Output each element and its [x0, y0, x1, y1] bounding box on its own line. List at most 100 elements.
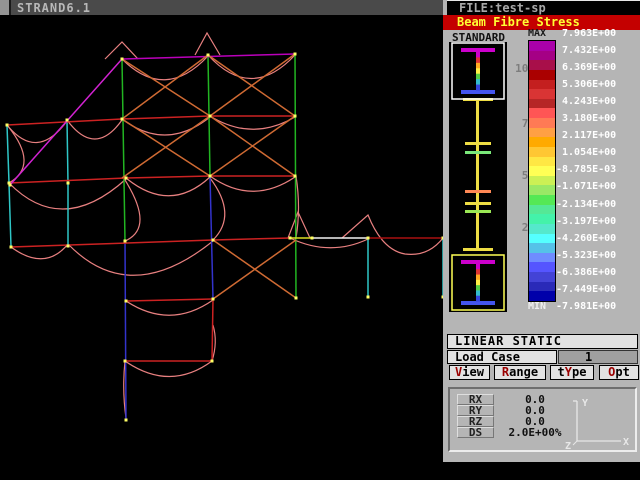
section-flange: [465, 190, 491, 193]
moment-diagram-curve: [126, 300, 213, 315]
node-marker: [311, 237, 314, 240]
scale-value-row: 7.432E+00: [528, 45, 638, 59]
node-marker: [367, 237, 370, 240]
menu-item-type[interactable]: tYpe: [550, 365, 594, 380]
strand6-application: STRAND6.1 FILE:test-sp Beam Fibre Stress…: [0, 0, 640, 480]
section-flange: [465, 142, 491, 145]
beam-section-strip[interactable]: [449, 42, 507, 312]
node-marker: [9, 184, 12, 187]
node-marker: [212, 239, 215, 242]
scale-value-row: 6.369E+00: [528, 62, 638, 76]
moment-diagram-curve: [210, 178, 225, 240]
moment-diagram-curve: [67, 120, 122, 139]
menu-item-view[interactable]: View: [449, 365, 490, 380]
scale-value-row: -8.785E-03: [528, 164, 638, 178]
scale-value: -1.071E+00: [556, 181, 616, 192]
file-name-bar: FILE:test-sp: [447, 0, 640, 15]
frame-member: [126, 176, 210, 178]
scale-value-row: -6.386E+00: [528, 267, 638, 281]
scale-value-row: -2.134E+00: [528, 199, 638, 213]
section-flange: [465, 202, 491, 205]
scale-value: -6.386E+00: [556, 267, 616, 278]
frame-member: [122, 59, 210, 116]
scale-value: 3.180E+00: [556, 113, 616, 124]
node-marker: [294, 175, 297, 178]
node-marker: [67, 245, 70, 248]
scale-value: 2.117E+00: [556, 130, 616, 141]
moment-diagram-curve: [290, 238, 368, 248]
moment-diagram-curve: [208, 55, 295, 79]
scale-value: 7.963E+00: [556, 28, 616, 39]
scale-value: 4.243E+00: [556, 96, 616, 107]
moment-diagram-curve: [125, 180, 140, 241]
axis-label-z: Z: [565, 441, 571, 451]
scale-value: -7.981E+00: [556, 301, 616, 312]
moment-diagram-curve: [126, 177, 210, 196]
moment-diagram-curve: [68, 241, 213, 275]
scale-value: 7.432E+00: [556, 45, 616, 56]
node-marker: [66, 119, 69, 122]
app-titlebar: STRAND6.1: [0, 0, 443, 15]
menu-bar: View Range tYpe Opt: [443, 365, 640, 381]
node-marker: [207, 54, 210, 57]
moment-diagram-curve: [105, 42, 138, 59]
load-case-value[interactable]: 1: [558, 350, 638, 364]
frame-member: [125, 241, 126, 420]
node-marker: [367, 296, 370, 299]
frame-member: [67, 120, 68, 183]
scale-value: 1.054E+00: [556, 147, 616, 158]
scale-value-row: 2.117E+00: [528, 130, 638, 144]
scale-value-row: MIN-7.981E+00: [528, 301, 638, 315]
node-marker: [124, 360, 127, 363]
menu-item-range[interactable]: Range: [494, 365, 546, 380]
axis-label-x: X: [623, 437, 629, 448]
menu-item-opt[interactable]: Opt: [599, 365, 639, 380]
scale-value-row: -7.449E+00: [528, 284, 638, 298]
app-title: STRAND6.1: [11, 1, 91, 15]
scale-min-label: MIN: [528, 301, 556, 312]
frame-member: [122, 55, 208, 119]
node-marker: [295, 297, 298, 300]
node-marker: [124, 240, 127, 243]
load-case-row: Load Case 1: [447, 350, 638, 364]
moment-diagram-curve: [342, 215, 443, 254]
section-flange: [463, 248, 493, 251]
legend-panel: STANDARD 1007550250 MAX 7.963E+00 7.432E…: [443, 30, 640, 462]
scale-value-row: 5.306E+00: [528, 79, 638, 93]
frame-member: [10, 59, 122, 185]
scale-value: -8.785E-03: [556, 164, 616, 175]
frame-member: [9, 183, 11, 247]
scale-value: 5.306E+00: [556, 79, 616, 90]
moment-diagram-curve: [195, 33, 220, 55]
scale-value: -2.134E+00: [556, 199, 616, 210]
scale-value-row: 1.054E+00: [528, 147, 638, 161]
load-case-label: Load Case: [447, 350, 557, 364]
scale-value: -5.323E+00: [556, 250, 616, 261]
model-viewport[interactable]: [0, 0, 445, 480]
node-marker: [211, 360, 214, 363]
node-marker: [294, 53, 297, 56]
axis-triad-icon: YXZ: [557, 393, 629, 451]
scale-max-label: MAX: [528, 28, 556, 39]
scale-value-row: -4.260E+00: [528, 233, 638, 247]
section-web: [476, 99, 479, 249]
node-marker: [212, 298, 215, 301]
node-marker: [125, 300, 128, 303]
scale-value-row: 3.180E+00: [528, 113, 638, 127]
node-marker: [294, 115, 297, 118]
section-flange: [465, 210, 491, 213]
frame-member: [122, 59, 125, 241]
solver-type-bar: LINEAR STATIC: [447, 334, 638, 349]
scale-value: -3.197E+00: [556, 216, 616, 227]
control-panel: FILE:test-sp Beam Fibre Stress STANDARD …: [443, 0, 640, 462]
node-marker: [10, 246, 13, 249]
scale-value-row: -1.071E+00: [528, 181, 638, 195]
node-marker: [289, 237, 292, 240]
status-label-ds[interactable]: DS: [457, 427, 494, 438]
frame-member: [126, 299, 213, 301]
frame-member: [11, 240, 213, 247]
moment-diagram-curve: [125, 361, 212, 377]
moment-diagram-curve: [210, 176, 295, 191]
section-flange: [465, 151, 491, 154]
frame-member: [213, 238, 290, 240]
